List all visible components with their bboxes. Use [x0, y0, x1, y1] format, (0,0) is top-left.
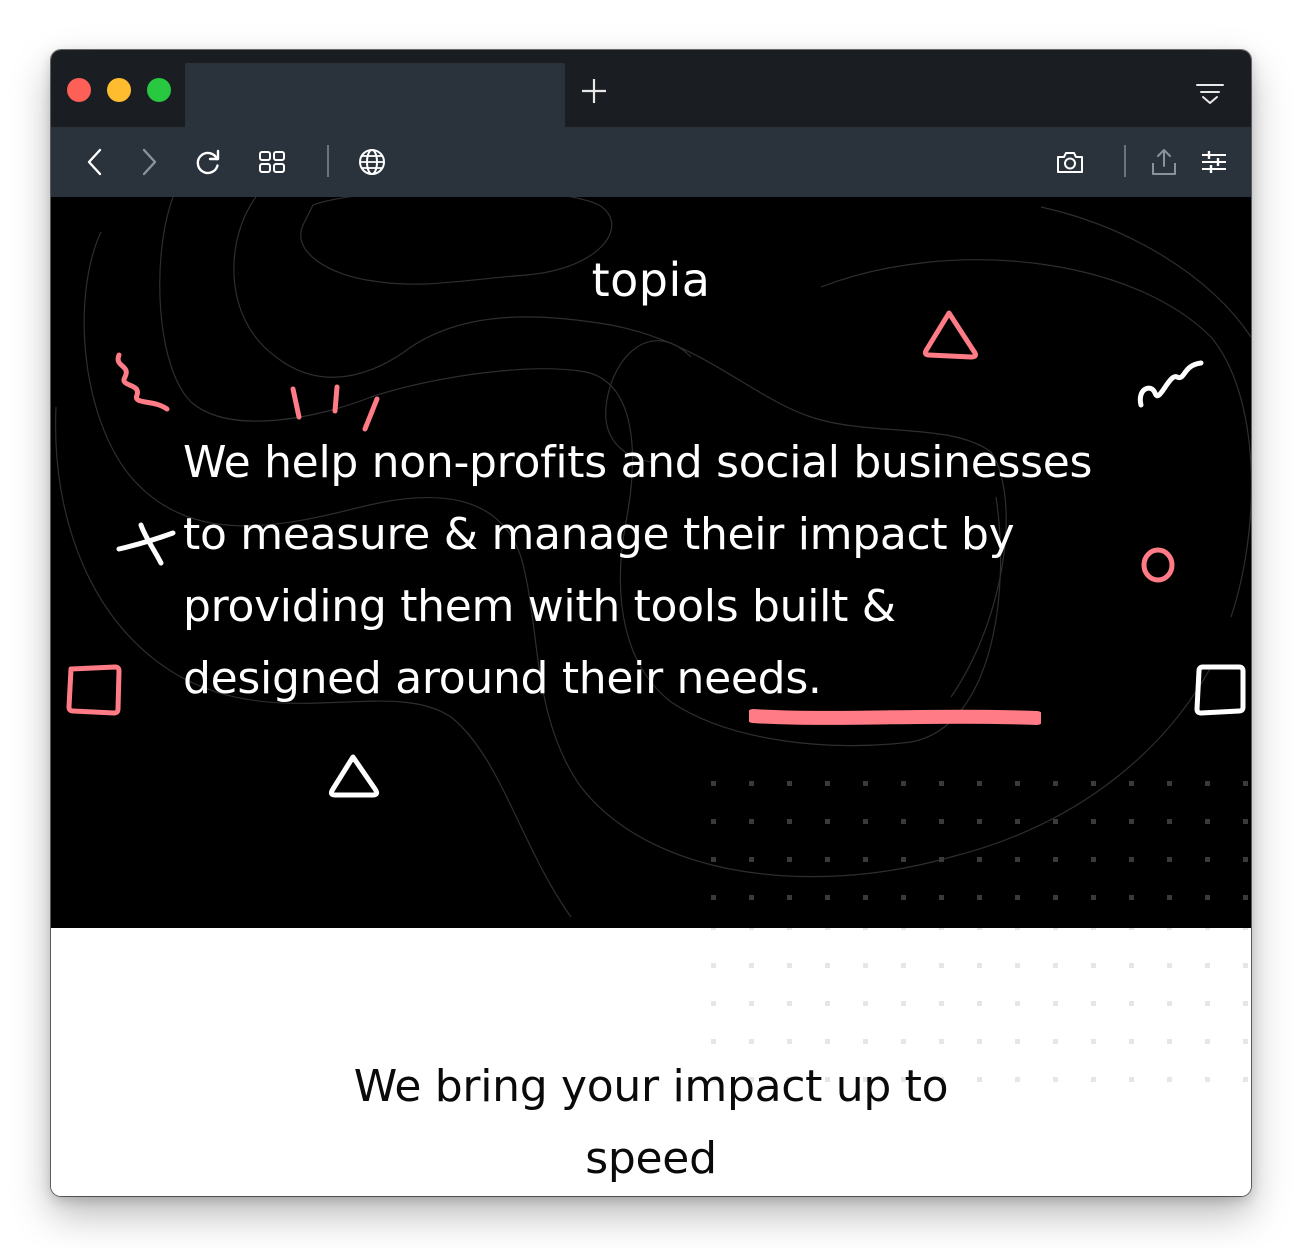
tab-list-button[interactable] [1195, 80, 1225, 110]
sliders-icon [1202, 151, 1226, 173]
hero-section: topia We help non-profits and social bus… [51, 197, 1251, 928]
maximize-button[interactable] [147, 78, 171, 102]
topia-logo[interactable]: topia [51, 253, 1251, 307]
new-tab-button[interactable] [579, 76, 609, 106]
hero-statement: We help non-profits and social businesse… [183, 437, 1093, 704]
share-icon [1152, 149, 1176, 175]
highlight-underline [749, 709, 1041, 725]
snapshot-button[interactable] [1055, 147, 1085, 177]
navigation-toolbar [51, 127, 1251, 197]
squiggle-doodle-white [1137, 360, 1204, 408]
section-title: We bring your impact up to speed [353, 1061, 949, 1184]
share-button[interactable] [1149, 147, 1179, 177]
reload-button[interactable] [193, 147, 223, 177]
plus-icon [582, 79, 606, 103]
toolbar-divider [327, 145, 329, 177]
back-button[interactable] [81, 147, 111, 177]
close-button[interactable] [67, 78, 91, 102]
square-doodle-pink [66, 664, 122, 716]
square-doodle-white [1194, 664, 1246, 716]
web-page: topia We help non-profits and social bus… [51, 197, 1251, 1196]
site-info-button[interactable] [357, 147, 387, 177]
chevron-left-icon [87, 148, 102, 176]
triangle-doodle-pink [922, 310, 978, 360]
camera-icon [1057, 152, 1083, 173]
reload-icon [196, 149, 220, 175]
circle-doodle [1141, 547, 1175, 583]
browser-window: topia We help non-profits and social bus… [51, 50, 1251, 1196]
speed-dial-button[interactable] [257, 147, 287, 177]
grid-icon [259, 151, 285, 173]
globe-icon [359, 149, 385, 175]
squiggle-doodle [115, 352, 170, 412]
triangle-doodle-white [328, 754, 380, 798]
tab-bar [51, 50, 1251, 127]
active-tab[interactable] [185, 63, 565, 127]
x-mark-doodle [116, 522, 176, 566]
minimize-button[interactable] [107, 78, 131, 102]
chevron-right-icon [142, 148, 157, 176]
forward-button[interactable] [133, 147, 163, 177]
spark-lines-doodle [290, 384, 380, 432]
easy-setup-button[interactable] [1199, 147, 1229, 177]
tab-list-icon [1196, 84, 1224, 104]
toolbar-divider [1124, 145, 1126, 177]
